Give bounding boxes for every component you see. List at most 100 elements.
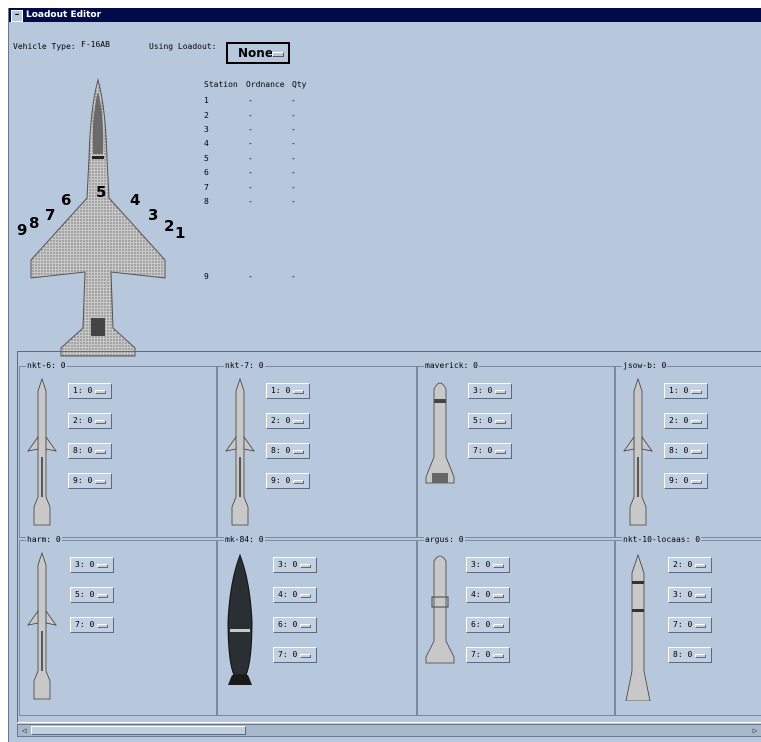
station-quantity-button[interactable]: 4: 0 — [273, 587, 317, 603]
station-quantity-button[interactable]: 6: 0 — [273, 617, 317, 633]
aircraft-station-label: 9 — [17, 221, 28, 239]
option-menu-indicator-icon — [495, 450, 506, 454]
option-menu-indicator-icon — [293, 480, 304, 484]
station-quantity-button[interactable]: 8: 0 — [668, 647, 712, 663]
station-quantity-label: 8: 0 — [669, 446, 689, 455]
station-row-station: 7 — [204, 183, 209, 192]
station-quantity-button[interactable]: 9: 0 — [664, 473, 708, 489]
station-quantity-label: 2: 0 — [271, 416, 291, 425]
using-loadout-label: Using Loadout: — [149, 42, 217, 51]
station-quantity-button[interactable]: 5: 0 — [468, 413, 512, 429]
loadout-select[interactable]: None — [226, 42, 290, 64]
station-quantity-label: 7: 0 — [473, 446, 493, 455]
vehicle-type-label: Vehicle Type: — [13, 42, 76, 51]
station-row-qty: - — [291, 197, 296, 206]
weapon-panel: mk-84: 0 3: 0 4: 0 6: 0 7: 0 — [217, 535, 417, 716]
aircraft-station-label: 1 — [175, 224, 186, 242]
option-menu-indicator-icon — [95, 480, 106, 484]
option-menu-indicator-icon — [495, 420, 506, 424]
weapon-panel-title: nkt-10-locaas: 0 — [622, 535, 702, 544]
scroll-left-icon[interactable]: ◁ — [19, 726, 29, 735]
station-quantity-button[interactable]: 7: 0 — [466, 647, 510, 663]
weapon-panel-title: jsow-b: 0 — [622, 361, 668, 370]
weapon-panel-title: nkt-7: 0 — [224, 361, 265, 370]
station-quantity-label: 7: 0 — [471, 650, 491, 659]
station-quantity-label: 1: 0 — [271, 386, 291, 395]
station-quantity-button[interactable]: 1: 0 — [266, 383, 310, 399]
missile-icon — [225, 377, 255, 526]
aircraft-station-label: 6 — [61, 191, 72, 209]
horizontal-scrollbar[interactable]: ◁ ▷ — [17, 724, 761, 737]
station-row-qty: - — [291, 125, 296, 134]
option-menu-indicator-icon — [293, 420, 304, 424]
station-quantity-label: 3: 0 — [278, 560, 298, 569]
station-quantity-button[interactable]: 3: 0 — [273, 557, 317, 573]
station-quantity-button[interactable]: 9: 0 — [266, 473, 310, 489]
station-quantity-label: 2: 0 — [669, 416, 689, 425]
weapon-panel: maverick: 0 3: 0 5: 0 7: 0 — [417, 361, 615, 538]
station-quantity-label: 2: 0 — [673, 560, 693, 569]
station-quantity-button[interactable]: 7: 0 — [70, 617, 114, 633]
option-menu-indicator-icon — [97, 594, 108, 598]
station-quantity-label: 7: 0 — [278, 650, 298, 659]
station-quantity-button[interactable]: 9: 0 — [68, 473, 112, 489]
station-quantity-button[interactable]: 7: 0 — [668, 617, 712, 633]
scroll-right-icon[interactable]: ▷ — [750, 726, 760, 735]
aircraft-station-label: 4 — [130, 191, 141, 209]
station-quantity-button[interactable]: 6: 0 — [466, 617, 510, 633]
station-quantity-button[interactable]: 2: 0 — [68, 413, 112, 429]
station-row-qty: - — [291, 168, 296, 177]
station-quantity-button[interactable]: 4: 0 — [466, 587, 510, 603]
title-bar[interactable]: – Loadout Editor — [9, 8, 761, 22]
option-menu-indicator-icon — [95, 390, 106, 394]
vehicle-type-value: F-16AB — [81, 40, 110, 49]
station-quantity-button[interactable]: 3: 0 — [466, 557, 510, 573]
station-quantity-label: 8: 0 — [271, 446, 291, 455]
station-quantity-button[interactable]: 3: 0 — [70, 557, 114, 573]
weapon-panel: nkt-10-locaas: 0 2: 0 3: 0 7: 0 8: 0 — [615, 535, 761, 716]
station-quantity-label: 2: 0 — [73, 416, 93, 425]
station-row-ordnance: - — [248, 168, 253, 177]
station-quantity-button[interactable]: 2: 0 — [664, 413, 708, 429]
station-quantity-button[interactable]: 1: 0 — [664, 383, 708, 399]
station-row-station: 2 — [204, 111, 209, 120]
station-quantity-button[interactable]: 7: 0 — [468, 443, 512, 459]
station-quantity-button[interactable]: 1: 0 — [68, 383, 112, 399]
station-row-station: 8 — [204, 197, 209, 206]
window-menu-icon[interactable]: – — [11, 10, 23, 22]
station-quantity-label: 5: 0 — [75, 590, 95, 599]
option-menu-indicator-icon — [293, 450, 304, 454]
bomb-icon — [227, 553, 253, 685]
weapon-panel: jsow-b: 0 1: 0 2: 0 8: 0 9: 0 — [615, 361, 761, 538]
weapon-panel: harm: 0 3: 0 5: 0 7: 0 — [19, 535, 217, 716]
station-quantity-button[interactable]: 3: 0 — [668, 587, 712, 603]
station-quantity-label: 6: 0 — [278, 620, 298, 629]
missile-icon — [425, 382, 455, 484]
station-quantity-button[interactable]: 8: 0 — [664, 443, 708, 459]
station-quantity-label: 9: 0 — [271, 476, 291, 485]
station-row-station: 5 — [204, 154, 209, 163]
scrollbar-thumb[interactable] — [31, 726, 246, 735]
station-quantity-button[interactable]: 2: 0 — [668, 557, 712, 573]
loadout-editor-window: – Loadout Editor Vehicle Type: F-16AB Us… — [8, 8, 761, 742]
option-menu-indicator-icon — [695, 624, 706, 628]
station-quantity-button[interactable]: 2: 0 — [266, 413, 310, 429]
station-row-station: 4 — [204, 139, 209, 148]
loadout-select-value: None — [238, 46, 273, 60]
station-quantity-button[interactable]: 3: 0 — [468, 383, 512, 399]
station-quantity-label: 7: 0 — [75, 620, 95, 629]
weapon-panel-title: argus: 0 — [424, 535, 465, 544]
station-quantity-button[interactable]: 7: 0 — [273, 647, 317, 663]
station-quantity-label: 3: 0 — [471, 560, 491, 569]
station-row-ordnance: - — [248, 96, 253, 105]
station-row-ordnance: - — [248, 125, 253, 134]
aircraft-station-label: 2 — [164, 217, 175, 235]
station-quantity-button[interactable]: 8: 0 — [266, 443, 310, 459]
station-quantity-button[interactable]: 5: 0 — [70, 587, 114, 603]
option-menu-indicator-icon — [493, 654, 504, 658]
station-quantity-label: 5: 0 — [473, 416, 493, 425]
station-row-qty: - — [291, 96, 296, 105]
station-quantity-button[interactable]: 8: 0 — [68, 443, 112, 459]
option-menu-indicator-icon — [493, 564, 504, 568]
option-menu-indicator-icon — [493, 594, 504, 598]
